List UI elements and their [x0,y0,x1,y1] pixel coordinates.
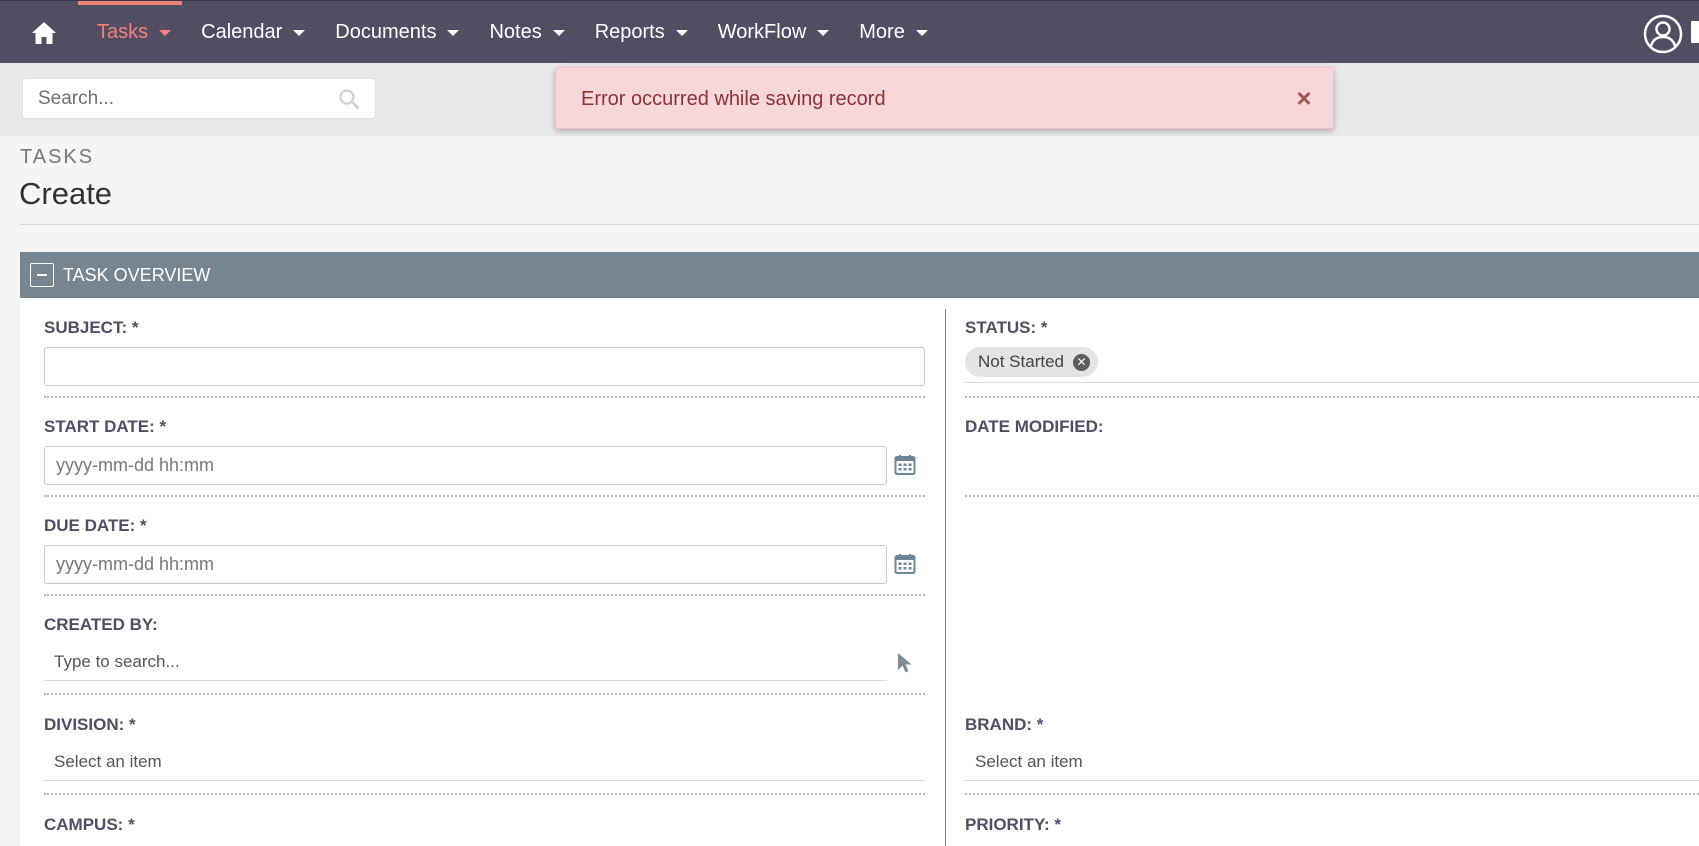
chevron-down-icon [552,30,565,36]
nav-item-workflow[interactable]: WorkFlow [699,1,841,63]
brand-label: BRAND: * [965,715,1043,735]
subject-label: SUBJECT: * [44,318,138,338]
created-by-search[interactable]: Type to search... [44,645,887,681]
created-by-label: CREATED BY: [44,615,158,635]
field-label-text: SUBJECT: [44,318,128,337]
field-label-text: BRAND: [965,715,1033,734]
column-divider [945,309,946,846]
required-marker: * [159,417,167,436]
nav-item-label: Notes [489,21,542,43]
top-navigation-bar: Tasks Calendar Documents Notes Reports W… [0,0,1699,63]
nav-item-label: More [859,21,905,43]
user-name-cutoff [1691,21,1699,43]
nav-item-label: Documents [335,21,437,43]
nav-item-label: Calendar [201,21,283,43]
nav-item-documents[interactable]: Documents [316,1,470,63]
field-label-text: DIVISION: [44,715,125,734]
divider [20,224,1699,225]
created-by-placeholder: Type to search... [54,652,180,671]
module-title: TASKS [20,146,95,168]
division-placeholder: Select an item [54,752,162,771]
subject-input[interactable] [44,347,925,386]
chevron-down-icon [915,30,928,36]
field-separator [44,594,925,596]
nav-item-reports[interactable]: Reports [576,1,699,63]
module-menu: Tasks Calendar Documents Notes Reports W… [78,1,939,63]
nav-item-more[interactable]: More [840,1,939,63]
start-date-label: START DATE: * [44,417,166,437]
brand-placeholder: Select an item [975,752,1083,771]
field-label-text: START DATE: [44,417,155,436]
close-alert-button[interactable]: × [1288,82,1320,114]
date-modified-label: DATE MODIFIED: [965,417,1104,437]
chevron-down-icon [817,30,830,36]
home-button[interactable] [26,15,62,51]
required-marker: * [1054,815,1062,834]
user-circle-icon [1643,14,1683,54]
field-separator [44,396,925,398]
division-select[interactable]: Select an item [44,745,925,781]
error-alert: Error occurred while saving record × [555,67,1334,129]
status-tag[interactable]: Not Started ✕ [965,347,1098,377]
field-label-text: CREATED BY: [44,615,158,634]
nav-item-calendar[interactable]: Calendar [182,1,316,63]
nav-item-notes[interactable]: Notes [470,1,575,63]
status-select[interactable]: Not Started ✕ [965,347,1699,383]
priority-label: PRIORITY: * [965,815,1061,835]
nav-item-label: Tasks [97,21,149,43]
field-label-text: DUE DATE: [44,516,136,535]
select-pointer-icon[interactable] [896,652,914,674]
field-label-text: PRIORITY: [965,815,1050,834]
status-value: Not Started [978,352,1064,371]
field-separator [965,793,1699,795]
chevron-down-icon [159,30,172,36]
global-search [22,78,376,119]
field-separator [965,396,1699,398]
calendar-icon[interactable] [894,454,916,476]
chevron-down-icon [293,30,306,36]
collapse-panel-button[interactable] [30,263,54,287]
chevron-down-icon [675,30,688,36]
required-marker: * [1036,715,1044,734]
due-date-label: DUE DATE: * [44,516,147,536]
calendar-icon[interactable] [894,553,916,575]
campus-label: CAMPUS: * [44,815,135,835]
panel-title: TASK OVERVIEW [63,265,211,285]
required-marker: * [128,815,135,834]
field-label-text: STATUS: [965,318,1037,337]
field-label-text: DATE MODIFIED: [965,417,1104,436]
required-marker: * [129,715,136,734]
chevron-down-icon [447,30,460,36]
nav-item-label: Reports [594,21,665,43]
start-date-input[interactable] [44,446,887,485]
division-label: DIVISION: * [44,715,136,735]
field-label-text: CAMPUS: [44,815,124,834]
error-message: Error occurred while saving record [581,88,886,110]
search-icon[interactable] [337,87,361,111]
user-menu-button[interactable] [1643,14,1683,54]
field-separator [44,793,925,795]
nav-item-tasks[interactable]: Tasks [78,1,183,63]
search-input[interactable] [23,79,333,118]
nav-item-label: WorkFlow [717,21,807,43]
status-label: STATUS: * [965,318,1048,338]
field-separator [44,693,925,695]
required-marker: * [1040,318,1048,337]
panel-header[interactable]: TASK OVERVIEW [20,252,1699,298]
page-title: Create [19,176,113,211]
brand-select[interactable]: Select an item [965,745,1699,781]
required-marker: * [131,318,139,337]
due-date-input[interactable] [44,545,887,584]
remove-tag-icon[interactable]: ✕ [1073,353,1090,371]
field-separator [965,495,1699,497]
home-icon [32,22,56,44]
required-marker: * [140,516,147,535]
field-separator [44,495,925,497]
